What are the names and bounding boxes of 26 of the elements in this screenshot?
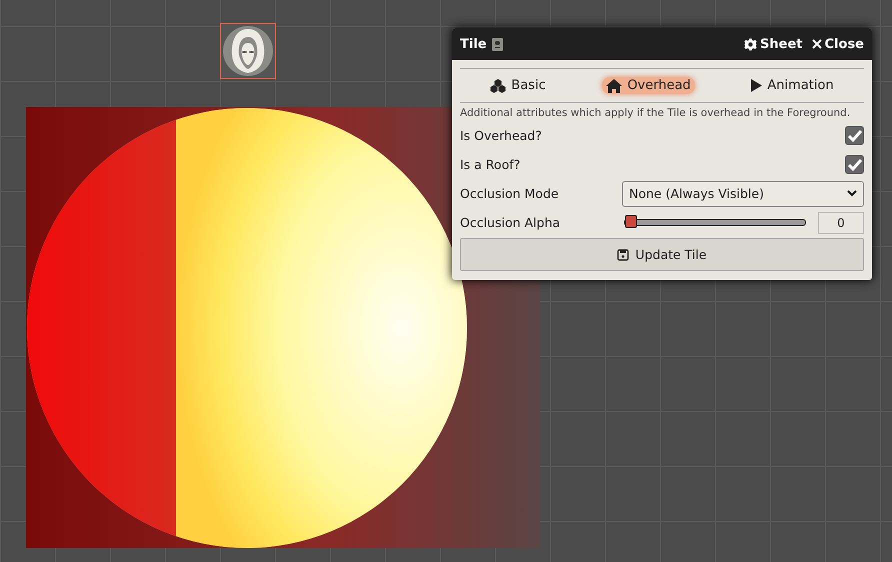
cubes-icon: [490, 78, 506, 92]
window-title: Tile: [460, 36, 487, 52]
document-icon: [492, 38, 503, 50]
close-icon: [812, 39, 822, 49]
field-label: Occlusion Mode: [460, 186, 560, 201]
sheet-button[interactable]: Sheet: [740, 36, 803, 52]
close-button[interactable]: Close: [808, 36, 864, 52]
tab[interactable]: Overhead: [602, 77, 695, 94]
occlusion-mode-select[interactable]: None (Always Visible): [622, 180, 864, 206]
checkbox[interactable]: [845, 155, 864, 174]
chevron-down-icon: [847, 190, 857, 197]
field-label: Is a Roof?: [460, 157, 522, 172]
field-label: Occlusion Alpha: [460, 215, 562, 230]
hooded-figure-icon[interactable]: [220, 23, 276, 79]
play-icon: [751, 79, 762, 92]
gear-icon: [744, 38, 758, 50]
tab[interactable]: Animation: [747, 77, 838, 94]
alpha-value-field[interactable]: 0: [818, 212, 864, 234]
tab[interactable]: Basic: [486, 77, 550, 94]
slider-thumb[interactable]: [625, 215, 637, 228]
save-icon: [617, 248, 630, 260]
checkbox[interactable]: [845, 126, 864, 145]
update-tile-button[interactable]: Update Tile: [460, 238, 864, 271]
hint-text: Additional attributes which apply if the Tile is overhead in the Foreground.: [460, 107, 852, 119]
home-icon: [606, 78, 622, 92]
field-label: Is Overhead?: [460, 128, 543, 143]
